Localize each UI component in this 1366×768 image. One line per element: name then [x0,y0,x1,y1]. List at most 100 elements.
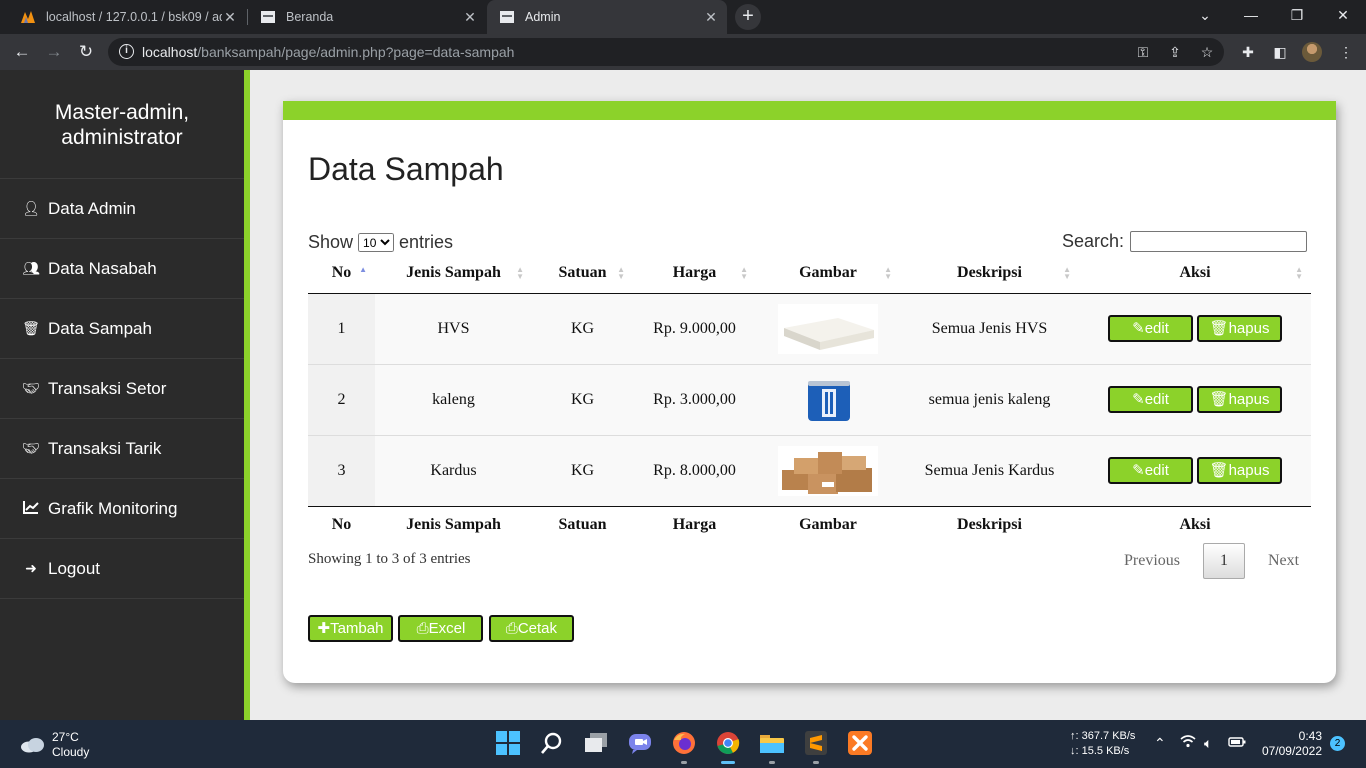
entries-select[interactable]: 10 [358,233,395,252]
sidebar-item-label: Data Admin [48,198,136,218]
notification-badge[interactable]: 2 [1330,736,1345,751]
tab-title: Admin [525,10,561,24]
excel-button[interactable]: ⎙Excel [398,615,484,642]
weather-widget[interactable]: 27°C Cloudy [20,730,89,760]
page-button-1[interactable]: 1 [1203,543,1245,579]
chevron-up-icon[interactable]: ⌃ [1154,734,1166,752]
key-icon[interactable]: ⚿ [1134,43,1152,61]
reload-icon[interactable]: ↻ [74,40,98,64]
cell-aksi: ✎edit 🗑︎hapus [1079,434,1311,506]
sort-icon: ▲ ▼ [617,265,625,281]
wifi-icon[interactable] [1180,734,1196,752]
previous-button[interactable]: Previous [1113,552,1191,570]
restore-button[interactable]: ❐ [1274,0,1320,30]
close-tab-icon[interactable]: ✕ [222,9,238,25]
footer-deskripsi: Deskripsi [900,505,1079,544]
windows-start-icon[interactable] [493,728,523,758]
forward-icon[interactable]: → [42,40,66,64]
tab-search-icon[interactable]: ⌄ [1182,0,1228,30]
table-search: Search: [1062,231,1308,252]
column-header-gambar[interactable]: Gambar ▲ ▼ [756,254,900,294]
trash-icon: 🗑︎ [1209,320,1229,337]
pencil-icon: ✎ [1132,391,1145,408]
tab-title: localhost / 127.0.0.1 / bsk09 / adm [46,10,222,24]
sort-icon: ▲ ▼ [884,265,892,281]
sidebar-item-data-nasabah[interactable]: 👥︎ Data Nasabah [0,239,244,299]
sidebar-item-data-admin[interactable]: 👤︎ Data Admin [0,179,244,239]
back-icon[interactable]: ← [10,40,34,64]
minimize-button[interactable]: — [1228,0,1274,30]
cetak-button[interactable]: ⎙Cetak [488,615,574,642]
teams-chat-icon[interactable] [625,728,655,758]
sublime-text-icon[interactable] [801,728,831,764]
hapus-button[interactable]: 🗑︎hapus [1197,386,1282,413]
site-info-icon[interactable]: i [119,44,134,59]
sidebar-item-grafik-monitoring[interactable]: Grafik Monitoring [0,479,244,539]
menu-icon[interactable]: ⋮ [1336,42,1356,62]
sidebar-item-transaksi-setor[interactable]: 🤝︎ Transaksi Setor [0,359,244,419]
table-header-row: No ▲ Jenis Sampah ▲ ▼ Satuan ▲ ▼ Harga ▲ ▼ Gamb… [308,254,1311,294]
close-window-button[interactable]: ✕ [1320,0,1366,30]
sidebar-item-logout[interactable]: ➜ Logout [0,539,244,599]
table-row: 1 HVS KG Rp. 9.000,00 Semua Jenis HVS ✎e… [308,293,1311,364]
edit-button[interactable]: ✎edit [1108,315,1193,342]
cell-satuan: KG [570,319,595,337]
column-header-aksi[interactable]: Aksi ▲ ▼ [1079,254,1311,294]
trash-icon: 🗑︎ [22,320,40,336]
clock[interactable]: 0:43 07/09/2022 [1256,729,1322,759]
search-input[interactable] [1130,231,1308,252]
cell-deskripsi: semua jenis kaleng [900,363,1079,435]
user-icon: 👤︎ [22,200,40,216]
battery-icon[interactable] [1228,734,1246,752]
xampp-icon[interactable] [845,728,875,758]
task-view-icon[interactable] [581,728,611,758]
edit-button[interactable]: ✎edit [1108,457,1193,484]
network-speed: ↑: 367.7 KB/s ↓: 15.5 KB/s [1070,729,1135,759]
tambah-button[interactable]: ✚Tambah [308,615,393,642]
sidebar-item-label: Grafik Monitoring [48,498,178,518]
hapus-button[interactable]: 🗑︎hapus [1197,315,1282,342]
column-header-no[interactable]: No ▲ [308,254,375,294]
tab-beranda[interactable]: Beranda ✕ [248,0,486,34]
column-header-satuan[interactable]: Satuan ▲ ▼ [532,254,633,294]
paper-stack-image [778,303,878,354]
sort-icon: ▲ ▼ [1295,265,1303,281]
printer-icon: ⎙ [505,620,518,637]
edit-button[interactable]: ✎edit [1108,386,1193,413]
share-icon[interactable]: ⇪ [1166,43,1184,61]
handshake-icon: 🤝︎ [22,380,40,396]
side-panel-icon[interactable]: ◧ [1270,42,1290,62]
sidebar-item-transaksi-tarik[interactable]: 🤝︎ Transaksi Tarik [0,419,244,479]
new-tab-button[interactable]: + [735,4,761,30]
column-header-harga[interactable]: Harga ▲ ▼ [633,254,756,294]
search-icon[interactable] [537,728,567,758]
cell-aksi: ✎edit 🗑︎hapus [1079,363,1311,435]
column-header-deskripsi[interactable]: Deskripsi ▲ ▼ [900,254,1079,294]
file-explorer-icon[interactable] [757,728,787,764]
tab-admin[interactable]: Admin ✕ [487,0,727,34]
footer-jenis: Jenis Sampah [375,505,532,544]
firefox-icon[interactable] [669,728,699,764]
volume-icon[interactable]: 🔈︎ [1204,734,1212,752]
sort-icon: ▲ ▼ [740,265,748,281]
close-tab-icon[interactable]: ✕ [462,9,478,25]
cell-satuan: KG [532,434,633,506]
address-bar[interactable]: i localhost/banksampah/page/admin.php?pa… [108,38,1224,66]
card-accent-bar [283,101,1336,120]
sidebar-item-label: Transaksi Setor [48,378,167,398]
close-tab-icon[interactable]: ✕ [703,9,719,25]
bookmark-star-icon[interactable]: ☆ [1198,43,1216,61]
hapus-button[interactable]: 🗑︎hapus [1197,457,1282,484]
table-info: Showing 1 to 3 of 3 entries [308,551,471,567]
column-header-jenis[interactable]: Jenis Sampah ▲ ▼ [375,254,532,294]
page-icon [260,9,276,25]
next-button[interactable]: Next [1257,552,1310,570]
sidebar-item-data-sampah[interactable]: 🗑︎ Data Sampah [0,299,244,359]
tab-phpmyadmin[interactable]: localhost / 127.0.0.1 / bsk09 / adm ✕ [8,0,246,34]
date: 07/09/2022 [1261,744,1322,758]
chrome-icon[interactable] [713,728,743,764]
extensions-icon[interactable]: ✚ [1238,42,1258,62]
profile-avatar[interactable] [1302,42,1322,62]
line-chart-icon [20,500,42,517]
table-row: 3 Kardus KG Rp. 8.000,00 Semua Jenis Kar… [308,434,1311,506]
